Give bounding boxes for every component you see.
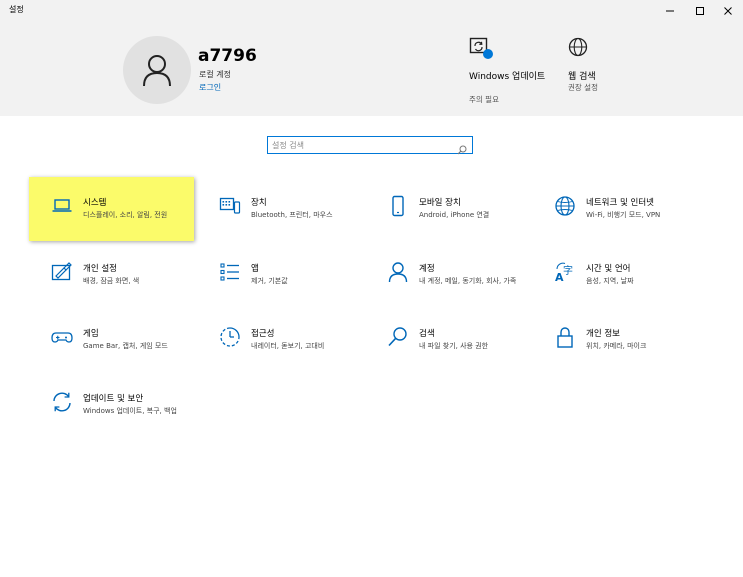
category-name: 앱 xyxy=(251,264,259,274)
category-description: Bluetooth, 프린터, 마우스 xyxy=(251,211,333,219)
category-devices[interactable]: 장치 Bluetooth, 프린터, 마우스 xyxy=(197,177,362,241)
apps-list-icon xyxy=(219,261,241,283)
category-mobile-devices[interactable]: 모바일 장치 Android, iPhone 연결 xyxy=(365,177,530,241)
category-description: Game Bar, 캡처, 게임 모드 xyxy=(83,342,168,350)
title-bar: 설정 xyxy=(0,0,743,22)
category-name: 장치 xyxy=(251,198,267,208)
category-description: Android, iPhone 연결 xyxy=(419,211,490,219)
lock-icon xyxy=(554,326,576,348)
close-button[interactable] xyxy=(713,0,743,22)
category-network[interactable]: 네트워크 및 인터넷 Wi-Fi, 비행기 모드, VPN xyxy=(532,177,697,241)
settings-search-box[interactable] xyxy=(267,136,473,155)
category-name: 개인 정보 xyxy=(586,329,620,339)
person-icon xyxy=(143,55,171,87)
globe-icon xyxy=(568,37,590,63)
web-search-title: 웹 검색 xyxy=(568,72,596,82)
windows-update-title: Windows 업데이트 xyxy=(469,72,546,82)
category-description: 제거, 기본값 xyxy=(251,277,288,285)
login-link[interactable]: 로그인 xyxy=(199,82,221,93)
category-name: 계정 xyxy=(419,264,435,274)
window-title: 설정 xyxy=(9,5,24,14)
category-update-security[interactable]: 업데이트 및 보안 Windows 업데이트, 복구, 백업 xyxy=(29,373,194,437)
username: a7796 xyxy=(198,46,257,66)
gamepad-icon xyxy=(51,326,73,348)
paint-icon xyxy=(51,261,73,283)
category-name: 모바일 장치 xyxy=(419,198,461,208)
ease-of-access-icon xyxy=(219,326,241,348)
minimize-icon xyxy=(666,10,674,12)
windows-update-status: 주의 필요 xyxy=(469,95,499,104)
category-description: 내 계정, 메일, 동기화, 회사, 가족 xyxy=(419,277,517,285)
update-badge xyxy=(483,49,493,59)
language-icon: A字 xyxy=(554,261,576,284)
maximize-icon xyxy=(696,7,704,15)
search-icon[interactable] xyxy=(457,140,467,159)
person-icon xyxy=(387,261,409,283)
phone-icon xyxy=(387,195,409,217)
laptop-icon xyxy=(51,195,73,217)
category-privacy[interactable]: 개인 정보 위치, 카메라, 마이크 xyxy=(532,308,697,372)
category-accounts[interactable]: 계정 내 계정, 메일, 동기화, 회사, 가족 xyxy=(365,243,530,307)
category-gaming[interactable]: 게임 Game Bar, 캡처, 게임 모드 xyxy=(29,308,194,372)
category-description: 배경, 잠금 화면, 색 xyxy=(83,277,140,285)
web-search-shortcut[interactable]: 웹 검색 권장 설정 xyxy=(568,37,628,97)
sync-icon xyxy=(51,391,73,413)
category-name: 게임 xyxy=(83,329,99,339)
globe-icon xyxy=(554,195,576,217)
category-time-language[interactable]: A字 시간 및 언어 음성, 지역, 날짜 xyxy=(532,243,697,307)
windows-update-shortcut[interactable]: Windows 업데이트 주의 필요 xyxy=(469,37,546,107)
category-name: 시간 및 언어 xyxy=(586,264,631,274)
category-description: 디스플레이, 소리, 알림, 전원 xyxy=(83,211,168,219)
category-name: 시스템 xyxy=(83,198,107,208)
category-description: 내 파일 찾기, 사용 권한 xyxy=(419,342,489,350)
maximize-button[interactable] xyxy=(685,0,715,22)
search-icon xyxy=(387,326,409,348)
category-personalization[interactable]: 개인 설정 배경, 잠금 화면, 색 xyxy=(29,243,194,307)
category-description: 음성, 지역, 날짜 xyxy=(586,277,634,285)
category-apps[interactable]: 앱 제거, 기본값 xyxy=(197,243,362,307)
search-input[interactable] xyxy=(272,137,452,153)
category-name: 검색 xyxy=(419,329,435,339)
svg-text:字: 字 xyxy=(563,264,573,277)
category-ease-of-access[interactable]: 접근성 내레이터, 돋보기, 고대비 xyxy=(197,308,362,372)
category-name: 접근성 xyxy=(251,329,275,339)
keyboard-device-icon xyxy=(219,195,241,217)
category-name: 업데이트 및 보안 xyxy=(83,394,144,404)
category-name: 네트워크 및 인터넷 xyxy=(586,198,654,208)
minimize-button[interactable] xyxy=(655,0,685,22)
category-description: Wi-Fi, 비행기 모드, VPN xyxy=(586,211,661,219)
close-icon xyxy=(724,7,732,15)
category-system[interactable]: 시스템 디스플레이, 소리, 알림, 전원 xyxy=(29,177,194,241)
web-search-status: 권장 설정 xyxy=(568,83,598,92)
category-description: Windows 업데이트, 복구, 백업 xyxy=(83,407,177,415)
account-type: 로컬 계정 xyxy=(199,70,231,79)
category-description: 위치, 카메라, 마이크 xyxy=(586,342,647,350)
avatar[interactable] xyxy=(123,36,191,104)
category-search[interactable]: 검색 내 파일 찾기, 사용 권한 xyxy=(365,308,530,372)
account-header xyxy=(0,22,743,116)
category-description: 내레이터, 돋보기, 고대비 xyxy=(251,342,325,350)
category-name: 개인 설정 xyxy=(83,264,117,274)
windows-update-icon xyxy=(469,37,495,65)
